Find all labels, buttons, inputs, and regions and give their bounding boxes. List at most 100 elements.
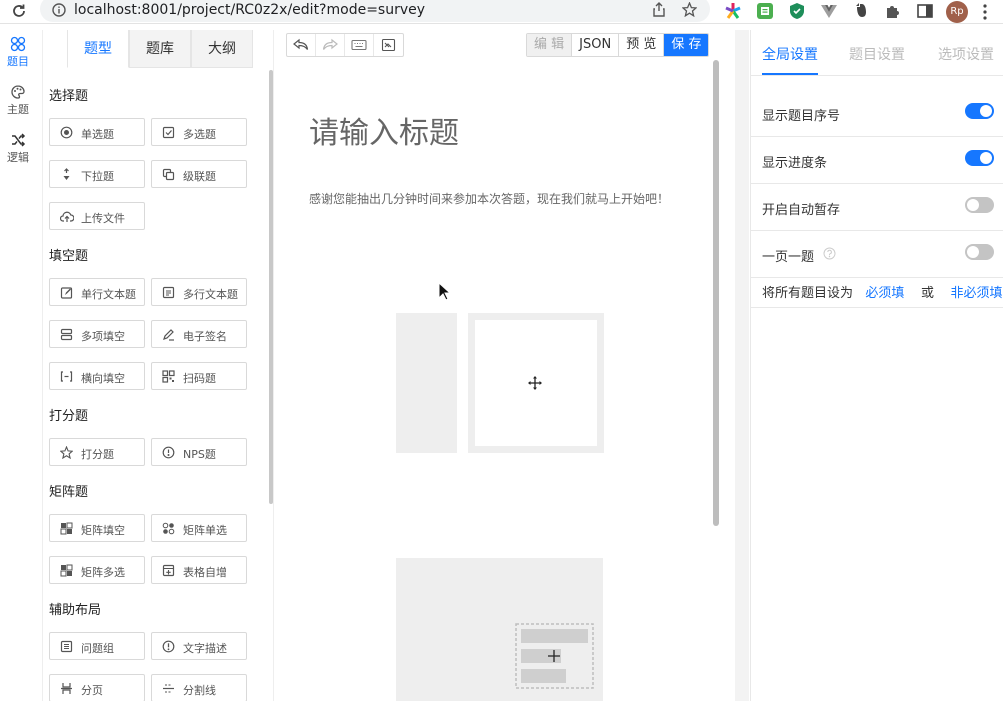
tab-global-settings[interactable]: 全局设置 [762,44,818,64]
group-title-score: 打分题 [49,409,89,424]
side-panel-icon[interactable] [916,2,934,20]
comp-inline-fill[interactable]: 横向填空 [49,362,145,390]
history-toolbar [286,33,404,57]
help-icon[interactable] [823,247,836,260]
rail-item-logic[interactable]: 逻辑 [0,132,36,165]
info-icon[interactable] [52,3,66,17]
canvas-scrollbar[interactable] [713,60,719,526]
tab-question-settings[interactable]: 题目设置 [849,44,905,64]
clear-icon [381,38,396,52]
profile-avatar[interactable]: Rp [946,1,968,23]
show-progress-bar-switch[interactable] [965,150,994,166]
comp-radio[interactable]: 单选题 [49,118,145,146]
info-icon [162,640,175,653]
comp-matrix-checkbox[interactable]: 矩阵多选 [49,556,145,584]
comp-multi-fill[interactable]: 多项填空 [49,320,145,348]
drop-placeholder-columns [396,313,604,457]
redo-icon [322,38,338,52]
json-button[interactable]: JSON [572,34,620,56]
multi-fill-icon [60,328,73,341]
radio-icon [60,126,73,139]
table-add-icon [162,564,175,577]
url-text[interactable]: localhost:8001/project/RC0z2x/edit?mode=… [74,2,425,18]
pagebreak-icon [60,682,73,695]
comp-upload[interactable]: 上传文件 [49,202,145,230]
action-toolbar: 编 辑 JSON 预 览 保 存 [526,33,710,57]
set-all-required-link[interactable]: 必须填 [865,286,904,301]
more-vertical-icon[interactable] [982,3,988,21]
shuffle-icon [10,132,26,148]
checkbox-icon [162,126,175,139]
shield-extension-icon[interactable] [788,2,806,20]
gauge-icon [162,446,175,459]
address-bar[interactable]: localhost:8001/project/RC0z2x/edit?mode=… [40,0,710,22]
comp-rating[interactable]: 打分题 [49,438,145,466]
set-all-optional-link[interactable]: 非必须填 [951,286,1003,301]
undo-icon [293,38,309,52]
vue-devtools-icon[interactable] [820,2,838,20]
reload-icon[interactable] [10,2,28,20]
group-icon [60,640,73,653]
preview-button[interactable]: 预 览 [619,34,665,56]
qrcode-icon [162,370,175,383]
comp-table-auto-add[interactable]: 表格自增 [151,556,247,584]
printer-extension-icon[interactable] [756,2,774,20]
show-question-number-switch[interactable] [965,103,994,119]
comp-dropdown[interactable]: 下拉题 [49,160,145,188]
tab-question-bank[interactable]: 题库 [129,30,191,68]
component-panel: 题型 题库 大纲 选择题 单选题 多选题 下拉题 级联题 上传文件 填空题 单行… [42,30,274,701]
auto-save-switch[interactable] [965,197,994,213]
comp-multi-line-text[interactable]: 多行文本题 [151,278,247,306]
drop-placeholder-form [396,558,604,705]
switch-knob [967,199,979,211]
comp-divider[interactable]: 分割线 [151,674,247,701]
divider-icon [162,682,175,695]
undo-button[interactable] [287,34,316,56]
rail-item-theme[interactable]: 主题 [0,84,36,117]
left-rail: 题目 主题 逻辑 [0,30,36,701]
extensions-puzzle-icon[interactable] [884,2,902,20]
edit-button[interactable]: 编 辑 [527,34,573,56]
share-icon[interactable] [652,2,666,17]
switch-knob [967,246,979,258]
comp-checkbox[interactable]: 多选题 [151,118,247,146]
panel-scrollbar[interactable] [269,70,273,504]
tab-question-types[interactable]: 题型 [67,30,129,68]
comp-matrix-radio[interactable]: 矩阵单选 [151,514,247,542]
palette-icon [10,84,26,100]
panel-tabs: 题型 题库 大纲 [67,30,253,68]
tab-outline[interactable]: 大纲 [191,30,253,68]
pinwheel-extension-icon[interactable] [724,2,742,20]
bookmark-star-icon[interactable] [682,2,697,17]
active-tab-indicator [762,73,818,75]
cascade-icon [162,168,175,181]
comp-signature[interactable]: 电子签名 [151,320,247,348]
browser-toolbar: localhost:8001/project/RC0z2x/edit?mode=… [0,0,1003,24]
or-text: 或 [920,286,934,301]
group-title-choice: 选择题 [49,89,89,104]
one-question-per-page-switch[interactable] [965,244,994,260]
comp-cascade[interactable]: 级联题 [151,160,247,188]
comp-single-line-text[interactable]: 单行文本题 [49,278,145,306]
tab-option-settings[interactable]: 选项设置 [938,44,994,64]
rail-item-label: 主题 [7,103,29,116]
survey-description[interactable]: 感谢您能抽出几分钟时间来参加本次答题，现在我们就马上开始吧！ [309,190,689,209]
matrix-checkbox-icon [60,564,73,577]
keyboard-button[interactable] [345,34,374,56]
rail-item-questions[interactable]: 题目 [0,36,36,69]
settings-tabs: 全局设置 题目设置 选项设置 [751,30,1003,76]
comp-question-group[interactable]: 问题组 [49,632,145,660]
textarea-icon [162,286,175,299]
comp-page-break[interactable]: 分页 [49,674,145,701]
save-button[interactable]: 保 存 [664,34,709,56]
comp-nps[interactable]: NPS题 [151,438,247,466]
switch-knob [980,152,992,164]
comp-matrix-fill[interactable]: 矩阵填空 [49,514,145,542]
clear-button[interactable] [374,34,403,56]
comp-qrcode[interactable]: 扫码题 [151,362,247,390]
evernote-extension-icon[interactable] [852,2,870,20]
survey-title[interactable]: 请输入标题 [309,108,459,152]
redo-button[interactable] [316,34,345,56]
comp-text-description[interactable]: 文字描述 [151,632,247,660]
group-title-layout: 辅助布局 [49,603,102,618]
